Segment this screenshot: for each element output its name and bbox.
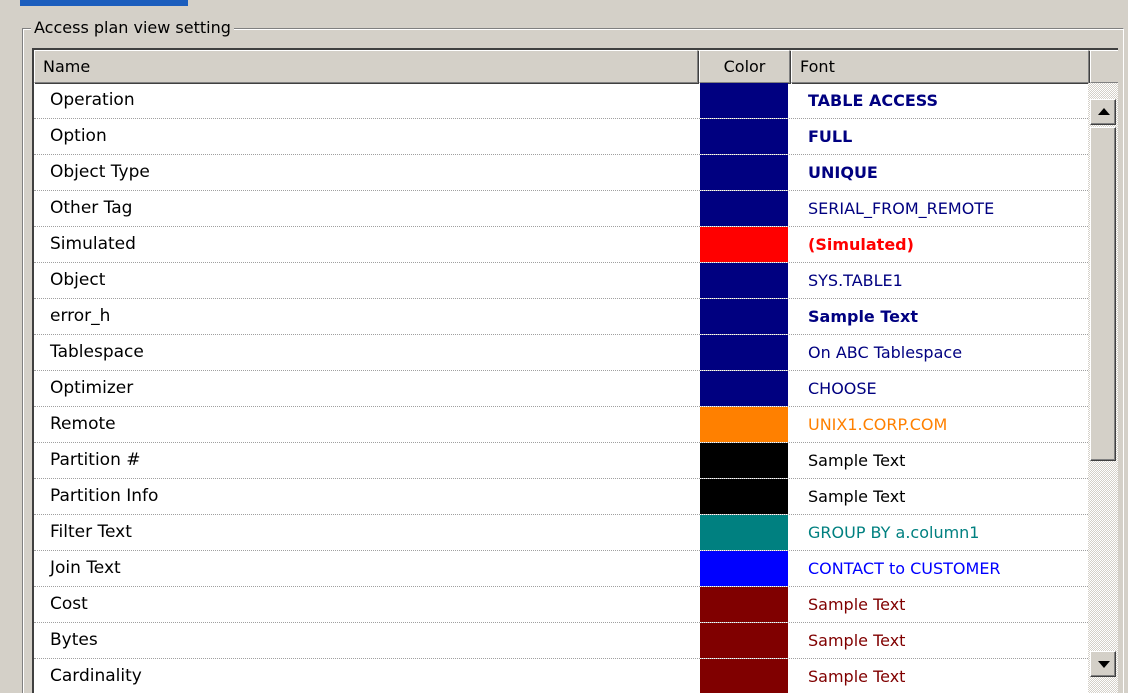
font-sample[interactable]: CONTACT to CUSTOMER <box>808 551 1001 586</box>
font-sample[interactable]: FULL <box>808 119 852 154</box>
color-swatch[interactable] <box>700 155 788 190</box>
table-row[interactable]: Partition # Sample Text <box>34 443 1088 479</box>
color-swatch[interactable] <box>700 479 788 514</box>
row-name: Partition Info <box>50 486 159 506</box>
table-row[interactable]: Other Tag SERIAL_FROM_REMOTE <box>34 191 1088 227</box>
color-swatch[interactable] <box>700 407 788 442</box>
table-row[interactable]: Optimizer CHOOSE <box>34 371 1088 407</box>
color-swatch[interactable] <box>700 119 788 154</box>
table-row[interactable]: Cost Sample Text <box>34 587 1088 623</box>
color-swatch[interactable] <box>700 335 788 370</box>
row-name: Tablespace <box>50 342 144 362</box>
color-swatch[interactable] <box>700 623 788 658</box>
scroll-up-button[interactable] <box>1090 99 1116 125</box>
color-swatch[interactable] <box>700 515 788 550</box>
color-swatch[interactable] <box>700 443 788 478</box>
vertical-scrollbar[interactable] <box>1088 83 1118 693</box>
color-swatch[interactable] <box>700 659 788 693</box>
font-sample[interactable]: Sample Text <box>808 659 905 693</box>
table-row[interactable]: Option FULL <box>34 119 1088 155</box>
row-name: Remote <box>50 414 116 434</box>
table-row[interactable]: Operation TABLE ACCESS <box>34 83 1088 119</box>
scroll-thumb[interactable] <box>1090 127 1116 461</box>
font-sample[interactable]: SYS.TABLE1 <box>808 263 903 298</box>
top-link[interactable] <box>20 0 188 6</box>
font-sample[interactable]: GROUP BY a.column1 <box>808 515 979 550</box>
row-name: Object <box>50 270 106 290</box>
column-header-font[interactable]: Font <box>791 50 1089 83</box>
arrow-up-icon <box>1098 108 1110 115</box>
list-rows: Operation TABLE ACCESS Option FULL Object Ty… <box>34 83 1088 693</box>
color-swatch[interactable] <box>700 371 788 406</box>
row-name: Simulated <box>50 234 136 254</box>
table-row[interactable]: Object SYS.TABLE1 <box>34 263 1088 299</box>
table-row[interactable]: Cardinality Sample Text <box>34 659 1088 693</box>
font-sample[interactable]: UNIX1.CORP.COM <box>808 407 947 442</box>
table-row[interactable]: Bytes Sample Text <box>34 623 1088 659</box>
font-sample[interactable]: (Simulated) <box>808 227 914 262</box>
row-name: Cost <box>50 594 88 614</box>
color-swatch[interactable] <box>700 551 788 586</box>
font-sample[interactable]: Sample Text <box>808 443 905 478</box>
scroll-down-button[interactable] <box>1090 651 1116 677</box>
column-header-color[interactable]: Color <box>699 50 790 83</box>
font-sample[interactable]: Sample Text <box>808 587 905 622</box>
color-swatch[interactable] <box>700 263 788 298</box>
row-name: Filter Text <box>50 522 132 542</box>
color-swatch[interactable] <box>700 587 788 622</box>
table-row[interactable]: Object Type UNIQUE <box>34 155 1088 191</box>
table-row[interactable]: Partition Info Sample Text <box>34 479 1088 515</box>
color-swatch[interactable] <box>700 227 788 262</box>
font-sample[interactable]: UNIQUE <box>808 155 878 190</box>
arrow-down-icon <box>1098 661 1110 668</box>
font-sample[interactable]: CHOOSE <box>808 371 877 406</box>
table-row[interactable]: error_h Sample Text <box>34 299 1088 335</box>
row-name: Bytes <box>50 630 98 650</box>
row-name: Join Text <box>50 558 121 578</box>
row-name: Object Type <box>50 162 150 182</box>
groupbox-title: Access plan view setting <box>31 18 234 38</box>
column-header-filler <box>1090 50 1118 83</box>
font-sample[interactable]: Sample Text <box>808 623 905 658</box>
row-name: Cardinality <box>50 666 142 686</box>
row-name: Operation <box>50 90 135 110</box>
column-header-name[interactable]: Name <box>34 50 698 83</box>
table-row[interactable]: Filter Text GROUP BY a.column1 <box>34 515 1088 551</box>
table-row[interactable]: Join Text CONTACT to CUSTOMER <box>34 551 1088 587</box>
font-sample[interactable]: Sample Text <box>808 299 918 334</box>
row-name: Option <box>50 126 107 146</box>
settings-listview[interactable]: Name Color Font Operation TABLE ACCESS Opt… <box>32 48 1118 693</box>
font-sample[interactable]: On ABC Tablespace <box>808 335 962 370</box>
color-swatch[interactable] <box>700 191 788 226</box>
list-header: Name Color Font <box>34 50 1118 83</box>
font-sample[interactable]: Sample Text <box>808 479 905 514</box>
table-row[interactable]: Simulated (Simulated) <box>34 227 1088 263</box>
row-name: Other Tag <box>50 198 133 218</box>
row-name: Optimizer <box>50 378 134 398</box>
font-sample[interactable]: SERIAL_FROM_REMOTE <box>808 191 994 226</box>
table-row[interactable]: Tablespace On ABC Tablespace <box>34 335 1088 371</box>
font-sample[interactable]: TABLE ACCESS <box>808 83 938 118</box>
color-swatch[interactable] <box>700 299 788 334</box>
row-name: Partition # <box>50 450 141 470</box>
table-row[interactable]: Remote UNIX1.CORP.COM <box>34 407 1088 443</box>
color-swatch[interactable] <box>700 83 788 118</box>
row-name: error_h <box>50 306 111 326</box>
